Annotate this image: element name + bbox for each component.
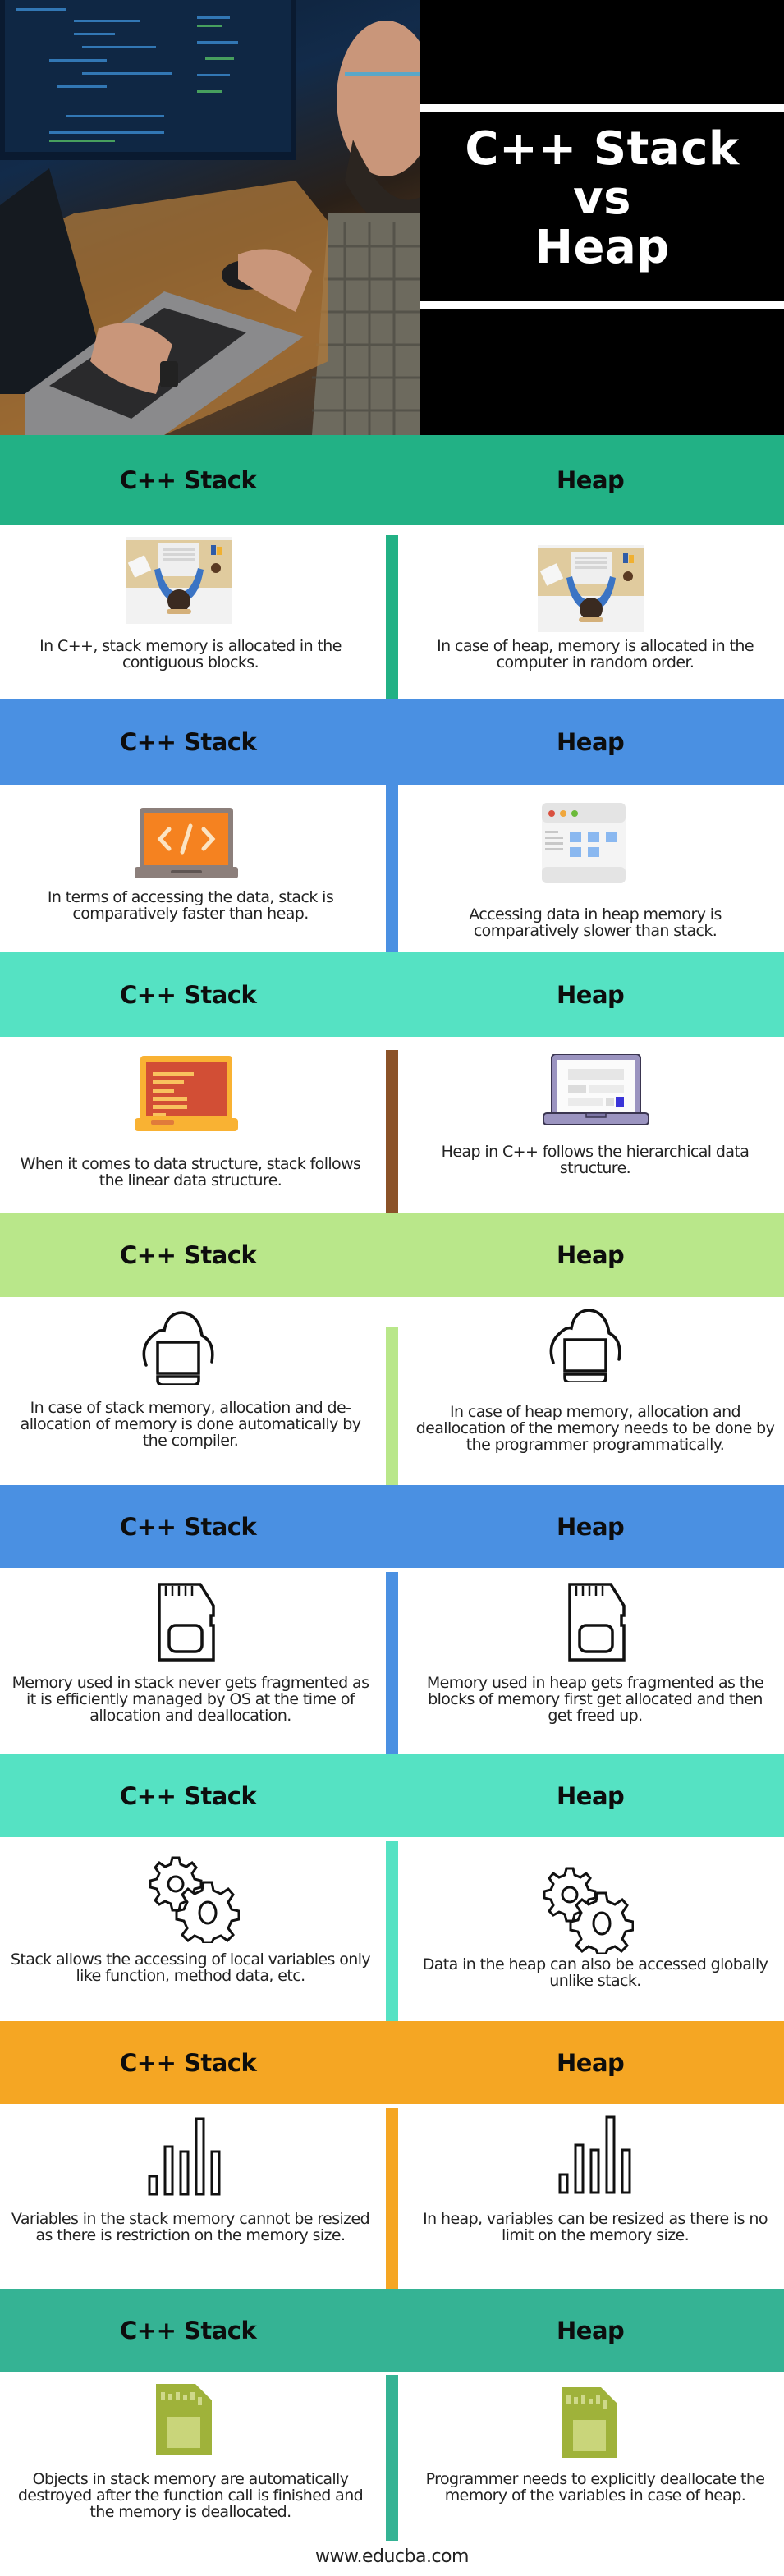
column-divider — [386, 1841, 398, 2021]
section-body: In C++, stack memory is allocated in the… — [0, 525, 784, 699]
column-header-heap: Heap — [557, 1781, 625, 1810]
column-divider — [386, 785, 398, 952]
page-title: C++ Stack vs Heap — [420, 125, 784, 273]
sd-card-outline-icon — [158, 1583, 217, 1666]
cloud-computer-icon — [140, 1311, 218, 1389]
sd-card-green-icon — [154, 2384, 212, 2459]
heap-description: In case of heap memory, allocation and d… — [415, 1403, 775, 1454]
sd-card-green-icon — [560, 2387, 617, 2462]
column-header-heap: Heap — [557, 2048, 625, 2077]
section-header: C++ Stack Heap — [0, 2021, 784, 2104]
section-header: C++ Stack Heap — [0, 1485, 784, 1568]
column-header-heap: Heap — [557, 727, 625, 756]
column-divider — [386, 1327, 398, 1485]
section-body: In case of stack memory, allocation and … — [0, 1297, 784, 1485]
title-line-1: C++ Stack — [465, 122, 740, 176]
column-divider — [386, 2108, 398, 2289]
title-line-2: vs — [573, 172, 631, 225]
heap-description: In case of heap, memory is allocated in … — [437, 637, 754, 672]
desk-workspace-illustration-icon — [538, 545, 644, 636]
section-body: In terms of accessing the data, stack is… — [0, 785, 784, 952]
footer-website: www.educba.com — [315, 2546, 469, 2567]
gears-icon — [148, 1854, 241, 1947]
title-rule-bottom — [420, 301, 784, 309]
tablet-text-icon — [135, 1056, 238, 1135]
column-header-heap: Heap — [557, 980, 625, 1009]
column-header-heap: Heap — [557, 466, 625, 494]
heap-description: In heap, variables can be resized as the… — [423, 2210, 768, 2244]
heap-description: Data in the heap can also be accessed gl… — [422, 1955, 768, 1990]
column-header-stack: C++ Stack — [120, 1512, 257, 1541]
laptop-dashboard-icon — [543, 1053, 649, 1129]
column-header-stack: C++ Stack — [120, 727, 257, 756]
stack-description: Stack allows the accessing of local vari… — [10, 1950, 371, 1985]
column-header-heap: Heap — [557, 2317, 625, 2345]
stack-description: Objects in stack memory are automaticall… — [17, 2470, 364, 2521]
desk-workspace-illustration-icon — [126, 537, 232, 628]
section-header: C++ Stack Heap — [0, 1754, 784, 1837]
section-body: Stack allows the accessing of local vari… — [0, 1837, 784, 2021]
column-header-heap: Heap — [557, 1241, 625, 1269]
hero-banner: C++ Stack vs Heap — [0, 0, 784, 435]
column-divider — [386, 2375, 398, 2541]
section-header: C++ Stack Heap — [0, 2289, 784, 2372]
sd-card-outline-icon — [568, 1583, 627, 1666]
section-header: C++ Stack Heap — [0, 699, 784, 785]
column-header-stack: C++ Stack — [120, 980, 257, 1009]
column-header-stack: C++ Stack — [120, 2048, 257, 2077]
column-header-stack: C++ Stack — [120, 2317, 257, 2345]
developer-photo — [0, 0, 420, 435]
stack-description: In terms of accessing the data, stack is… — [47, 888, 334, 923]
column-divider — [386, 1572, 398, 1754]
section-header: C++ Stack Heap — [0, 952, 784, 1037]
title-rule-top — [420, 104, 784, 112]
section-body: Variables in the stack memory cannot be … — [0, 2104, 784, 2289]
section-body: Memory used in stack never gets fragment… — [0, 1568, 784, 1754]
column-header-stack: C++ Stack — [120, 1241, 257, 1269]
cloud-computer-icon — [547, 1309, 626, 1387]
stack-description: Memory used in stack never gets fragment… — [11, 1674, 369, 1725]
title-panel: C++ Stack vs Heap — [420, 0, 784, 435]
bar-chart-outline-icon — [558, 2115, 632, 2198]
section-body: When it comes to data structure, stack f… — [0, 1037, 784, 1213]
column-divider — [386, 1050, 398, 1213]
stack-description: Variables in the stack memory cannot be … — [11, 2210, 370, 2244]
heap-description: Heap in C++ follows the hierarchical dat… — [441, 1143, 750, 1177]
stack-description: In case of stack memory, allocation and … — [20, 1399, 361, 1450]
section-body: Objects in stack memory are automaticall… — [0, 2372, 784, 2541]
column-divider — [386, 535, 398, 699]
section-header: C++ Stack Heap — [0, 1213, 784, 1297]
heap-description: Programmer needs to explicitly deallocat… — [425, 2470, 765, 2505]
column-header-stack: C++ Stack — [120, 1781, 257, 1810]
browser-window-icon — [542, 803, 626, 887]
heap-description: Accessing data in heap memory is compara… — [469, 905, 722, 940]
column-header-heap: Heap — [557, 1512, 625, 1541]
column-header-stack: C++ Stack — [120, 466, 257, 494]
gears-icon — [542, 1865, 635, 1958]
section-header: C++ Stack Heap — [0, 435, 784, 525]
stack-description: In C++, stack memory is allocated in the… — [39, 637, 342, 672]
developer-photo-illustration — [0, 0, 420, 435]
heap-description: Memory used in heap gets fragmented as t… — [426, 1674, 764, 1725]
bar-chart-outline-icon — [148, 2117, 222, 2200]
laptop-code-icon — [135, 808, 238, 882]
stack-description: When it comes to data structure, stack f… — [20, 1155, 361, 1189]
title-line-3: Heap — [534, 221, 670, 274]
